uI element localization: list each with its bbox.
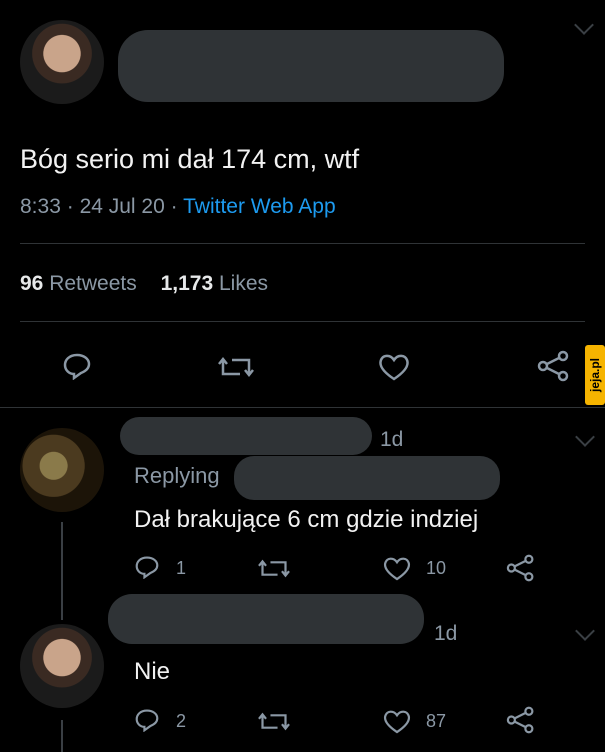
reply-count: 1 [176,558,187,578]
reply-age: 1d [380,428,404,451]
likes-label: Likes [219,272,269,295]
likes-stat[interactable]: 1,173 Likes [161,272,268,295]
share-icon[interactable] [537,350,571,382]
avatar[interactable] [20,624,104,708]
watermark-logo: jeja.pl [585,345,605,405]
like-icon[interactable] [377,352,411,382]
share-icon[interactable] [506,554,536,582]
reply-icon[interactable] [134,555,160,579]
like-count: 87 [426,711,447,731]
tweet-stats: 96 Retweets 1,173 Likes [20,272,268,296]
retweets-label: Retweets [49,272,137,295]
thread-line [61,720,63,752]
thread-line [61,522,63,620]
reply-icon[interactable] [62,352,92,380]
redacted-username [108,594,424,644]
replying-to-label: Replying [134,463,220,488]
chevron-down-icon[interactable] [575,427,595,447]
tweet-source-link[interactable]: Twitter Web App [183,195,336,218]
reply-text: Nie [134,658,171,685]
tweet-time: 8:33 [20,195,61,218]
retweet-icon[interactable] [218,354,254,380]
chevron-down-icon[interactable] [574,15,594,35]
share-icon[interactable] [506,706,536,734]
redacted-username [120,417,372,455]
avatar[interactable] [20,428,104,512]
chevron-down-icon[interactable] [575,621,595,641]
reply-text: Dał brakujące 6 cm gdzie indziej [134,506,479,533]
divider [0,407,605,408]
avatar[interactable] [20,20,104,104]
like-icon[interactable] [382,708,412,735]
retweets-count: 96 [20,272,44,295]
tweet-meta: 8:33 · 24 Jul 20 · Twitter Web App [20,195,336,219]
like-count: 10 [426,558,447,578]
meta-separator: · [170,195,178,218]
retweet-icon[interactable] [258,557,290,580]
redacted-username [118,30,504,102]
likes-count: 1,173 [160,272,214,295]
tweet-date: 24 Jul 20 [79,195,165,218]
reply-count: 2 [176,711,187,731]
reply-age: 1d [434,622,458,645]
retweets-stat[interactable]: 96 Retweets [20,272,143,295]
reply-icon[interactable] [134,708,160,732]
redacted-handle [234,456,500,500]
divider [20,243,585,244]
meta-separator: · [66,195,74,218]
tweet-text: Bóg serio mi dał 174 cm, wtf [20,144,360,174]
retweet-icon[interactable] [258,710,290,733]
divider [20,321,585,322]
like-icon[interactable] [382,555,412,582]
